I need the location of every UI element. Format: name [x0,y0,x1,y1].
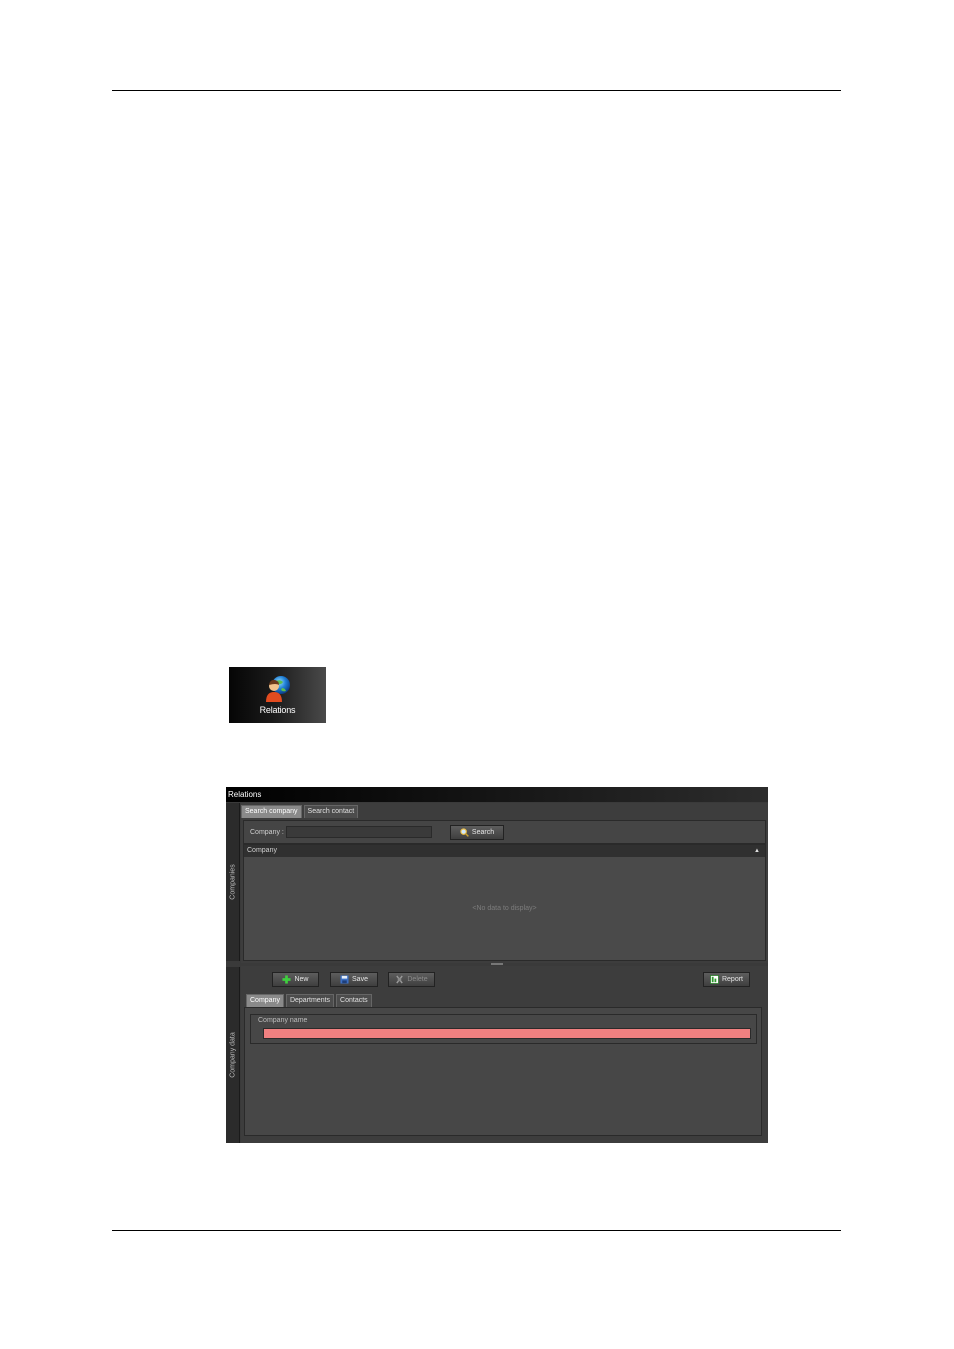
company-data-panel: New Save Delete Report Company Departmen… [241,966,768,1143]
delete-button[interactable]: Delete [388,972,435,987]
delete-icon [396,975,404,984]
companies-side-tab[interactable]: Companies [226,803,240,961]
tab-search-company[interactable]: Search company [241,805,302,818]
delete-button-label: Delete [407,976,428,983]
window-title: Relations [226,787,768,802]
report-button-label: Report [721,976,743,983]
save-button[interactable]: Save [330,972,378,987]
grid-column-company: Company [247,847,277,854]
plus-icon [282,975,292,984]
tab-company[interactable]: Company [246,994,284,1007]
company-name-group: Company name [250,1014,757,1044]
footer-rule [112,1230,841,1231]
relations-window: Relations Companies Search company Searc… [226,787,768,1143]
splitter-handle[interactable] [491,963,503,965]
sort-ascending-icon: ▲ [754,848,760,854]
new-button-label: New [294,976,309,983]
search-bar: Company : Search [243,820,766,844]
relations-icon [266,676,290,702]
company-search-input[interactable] [286,826,432,838]
relations-launcher-tile[interactable]: Relations [229,667,326,723]
save-button-label: Save [352,976,368,983]
header-rule [112,90,841,91]
magnifier-icon [460,828,469,837]
company-name-input[interactable] [263,1028,751,1039]
tab-departments[interactable]: Departments [285,994,335,1007]
company-search-label: Company : [250,829,284,836]
search-button-label: Search [471,829,495,836]
search-tabs: Search company Search contact [241,805,359,818]
company-data-side-label: Company data [229,1032,236,1078]
companies-grid: Company ▲ <No data to display> [243,844,766,961]
report-button[interactable]: Report [703,972,750,987]
company-name-label: Company name [258,1017,308,1024]
companies-side-label: Companies [229,864,236,900]
search-button[interactable]: Search [450,825,504,840]
companies-panel: Search company Search contact Company : … [241,803,768,963]
company-form: Company name [244,1007,762,1136]
company-data-side-tab[interactable]: Company data [226,967,240,1143]
tab-contacts[interactable]: Contacts [336,994,372,1007]
tab-search-contact[interactable]: Search contact [303,805,359,818]
new-button[interactable]: New [272,972,319,987]
floppy-disk-icon [340,975,349,984]
empty-grid-message: <No data to display> [472,905,537,912]
launcher-label: Relations [259,705,296,715]
grid-column-header[interactable]: Company ▲ [244,845,765,857]
company-data-tabs: Company Departments Contacts [246,994,372,1007]
report-icon [709,975,719,984]
